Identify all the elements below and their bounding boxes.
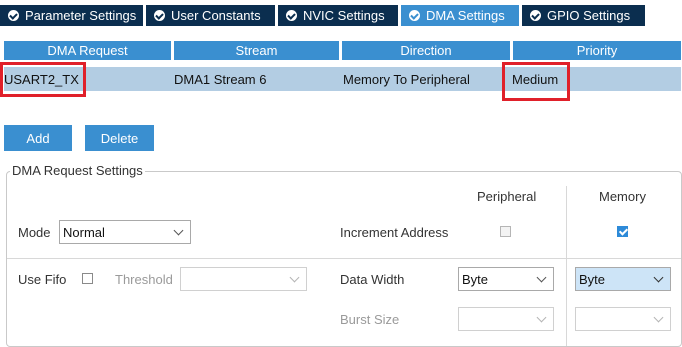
column-header-dma-request[interactable]: DMA Request <box>4 41 171 60</box>
column-header-direction[interactable]: Direction <box>342 41 510 60</box>
tab-label: User Constants <box>171 8 261 23</box>
tab-label: DMA Settings <box>426 8 505 23</box>
column-divider <box>566 186 567 346</box>
cell-direction[interactable]: Memory To Peripheral <box>343 67 470 91</box>
mode-value: Normal <box>63 224 105 240</box>
tab-user-constants[interactable]: User Constants <box>146 5 275 26</box>
peripheral-increment-checkbox[interactable] <box>500 226 511 237</box>
mode-select[interactable]: Normal <box>59 220 191 244</box>
memory-data-width-value: Byte <box>579 271 606 287</box>
threshold-label: Threshold <box>115 272 173 287</box>
check-circle-icon <box>8 10 19 21</box>
increment-address-label: Increment Address <box>340 225 449 240</box>
column-header-stream[interactable]: Stream <box>174 41 339 60</box>
threshold-select[interactable] <box>180 267 307 291</box>
tab-dma-settings[interactable]: DMA Settings <box>401 5 519 26</box>
tab-label: Parameter Settings <box>25 8 137 23</box>
column-header-priority[interactable]: Priority <box>513 41 681 60</box>
add-button[interactable]: Add <box>4 125 72 151</box>
tab-gpio-settings[interactable]: GPIO Settings <box>522 5 645 26</box>
check-circle-icon <box>409 10 420 21</box>
peripheral-data-width-value: Byte <box>462 271 489 287</box>
chevron-down-icon <box>536 312 547 323</box>
peripheral-header: Peripheral <box>477 189 537 204</box>
memory-burst-size-select[interactable] <box>575 307 671 331</box>
check-circle-icon <box>286 10 297 21</box>
chevron-down-icon <box>653 312 664 323</box>
tab-label: NVIC Settings <box>303 8 385 23</box>
use-fifo-checkbox[interactable] <box>82 273 93 284</box>
row-divider <box>7 258 681 259</box>
mode-label: Mode <box>18 225 51 240</box>
tab-parameter-settings[interactable]: Parameter Settings <box>0 5 143 26</box>
tab-nvic-settings[interactable]: NVIC Settings <box>278 5 398 26</box>
peripheral-burst-size-select[interactable] <box>458 307 554 331</box>
memory-data-width-select[interactable]: Byte <box>575 267 671 291</box>
use-fifo-label: Use Fifo <box>18 272 67 287</box>
memory-increment-checkbox[interactable] <box>617 226 628 237</box>
tab-bar: Parameter Settings User Constants NVIC S… <box>0 0 682 28</box>
cell-stream[interactable]: DMA1 Stream 6 <box>174 67 266 91</box>
peripheral-data-width-select[interactable]: Byte <box>458 267 554 291</box>
burst-size-label: Burst Size <box>340 312 400 327</box>
data-width-label: Data Width <box>340 272 405 287</box>
settings-title: DMA Request Settings <box>10 163 145 178</box>
highlight-box-priority <box>502 62 570 101</box>
highlight-box-request <box>0 62 86 97</box>
tab-label: GPIO Settings <box>547 8 631 23</box>
delete-button[interactable]: Delete <box>85 125 154 151</box>
chevron-down-icon <box>536 272 547 283</box>
check-circle-icon <box>530 10 541 21</box>
chevron-down-icon <box>173 225 184 236</box>
chevron-down-icon <box>653 272 664 283</box>
memory-header: Memory <box>599 189 646 204</box>
check-circle-icon <box>154 10 165 21</box>
chevron-down-icon <box>289 272 300 283</box>
